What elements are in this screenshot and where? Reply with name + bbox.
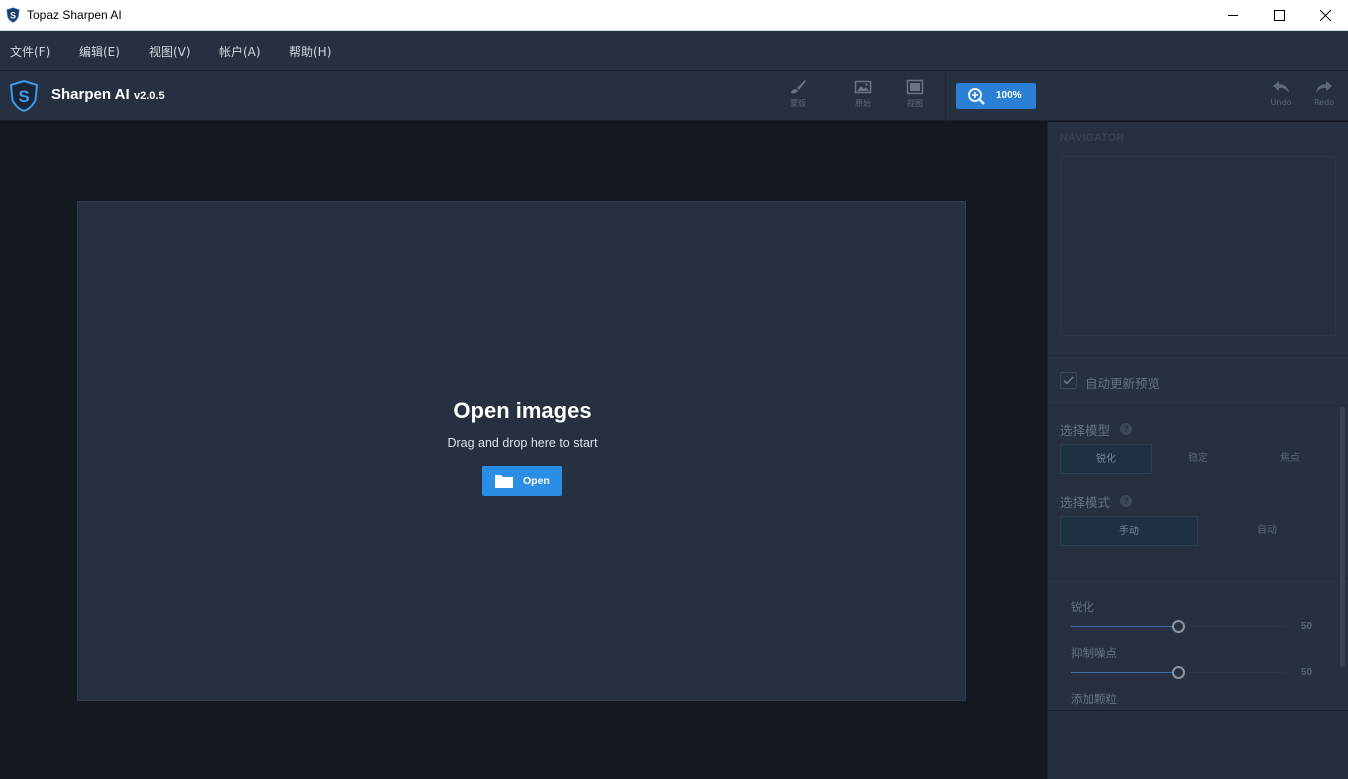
menu-view[interactable]: 视图(V) [149, 43, 191, 60]
view-tool-button[interactable]: 视图 [895, 79, 935, 117]
model-selector: 锐化 稳定 焦点 [1060, 444, 1336, 474]
mode-option-manual[interactable]: 手动 [1060, 516, 1198, 546]
navigator-preview[interactable] [1060, 156, 1336, 336]
menu-account[interactable]: 帐户(A) [219, 43, 261, 60]
svg-text:S: S [18, 87, 29, 106]
app-name: Sharpen AI [51, 86, 130, 103]
original-tool-button[interactable]: 原始 [843, 79, 883, 117]
noise-slider-fill [1071, 672, 1178, 673]
drop-zone-title: Open images [453, 398, 592, 423]
redo-button[interactable]: Redo [1304, 79, 1344, 117]
sharpen-slider-value: 50 [1301, 621, 1313, 632]
panel-scrollbar[interactable] [1340, 407, 1345, 667]
drop-zone-subtitle: Drag and drop here to start [447, 436, 598, 450]
maximize-button[interactable] [1256, 0, 1302, 31]
menu-help[interactable]: 帮助(H) [289, 43, 331, 60]
settings-panel: NAVIGATOR 自动更新预览 选择模型 ? 锐化 稳定 焦点 选择模式 ? … [1047, 122, 1348, 779]
mode-section-label: 选择模式 [1060, 495, 1111, 510]
auto-update-checkbox[interactable] [1060, 372, 1077, 389]
redo-icon [1316, 81, 1332, 93]
menu-bar: 文件(F) 编辑(E) 视图(V) 帐户(A) 帮助(H) [0, 31, 1348, 71]
model-option-sharpen[interactable]: 锐化 [1060, 444, 1152, 474]
sharpen-slider-label: 锐化 [1071, 600, 1094, 614]
mode-selector: 手动 自动 [1060, 516, 1336, 546]
app-version: v2.0.5 [134, 90, 165, 102]
svg-text:S: S [10, 11, 16, 21]
open-button-label: Open [523, 475, 550, 487]
model-section-label: 选择模型 [1060, 423, 1111, 438]
panel-divider [1048, 578, 1348, 579]
image-icon [854, 80, 872, 94]
zoom-in-icon [968, 88, 985, 105]
zoom-button[interactable]: 100% [956, 83, 1036, 109]
mode-option-auto[interactable]: 自动 [1198, 516, 1336, 546]
panel-divider [1048, 405, 1348, 406]
canvas-area: Open images Drag and drop here to start … [0, 122, 1047, 779]
panel-footer [1048, 710, 1348, 779]
sharpen-slider-knob[interactable] [1172, 620, 1185, 633]
view-icon [906, 79, 924, 95]
undo-icon [1273, 81, 1289, 93]
checkmark-icon [1063, 376, 1074, 385]
model-help-icon[interactable]: ? [1120, 423, 1132, 435]
zoom-level: 100% [996, 90, 1022, 101]
app-toolbar: S Sharpen AI v2.0.5 蒙版 原始 视图 100% Undo R… [0, 71, 1348, 121]
noise-slider-track[interactable] [1071, 666, 1286, 679]
original-tool-label: 原始 [855, 99, 871, 108]
model-option-stabilize[interactable]: 稳定 [1152, 444, 1244, 474]
model-option-focus[interactable]: 焦点 [1244, 444, 1336, 474]
undo-button[interactable]: Undo [1261, 79, 1301, 117]
sharpen-slider-fill [1071, 626, 1178, 627]
minimize-icon [1227, 15, 1238, 16]
menu-file[interactable]: 文件(F) [10, 43, 50, 60]
window-titlebar: S Topaz Sharpen AI [0, 0, 1348, 31]
redo-label: Redo [1313, 98, 1335, 107]
brush-icon [791, 80, 806, 94]
toolbar-divider [945, 71, 946, 121]
mode-help-icon[interactable]: ? [1120, 495, 1132, 507]
app-shield-icon: S [6, 7, 20, 23]
sharpen-slider-track[interactable] [1071, 620, 1286, 633]
open-button[interactable]: Open [482, 466, 562, 496]
grain-slider-label: 添加颗粒 [1071, 692, 1117, 706]
close-icon [1319, 10, 1331, 21]
minimize-button[interactable] [1210, 0, 1256, 31]
undo-label: Undo [1270, 98, 1292, 107]
navigator-title: NAVIGATOR [1060, 132, 1125, 144]
noise-slider-label: 抑制噪点 [1071, 646, 1117, 660]
menu-edit[interactable]: 编辑(E) [79, 43, 120, 60]
image-drop-zone[interactable]: Open images Drag and drop here to start … [77, 201, 966, 701]
window-title: Topaz Sharpen AI [27, 8, 122, 22]
mask-tool-label: 蒙版 [790, 99, 806, 108]
panel-divider [1048, 355, 1348, 356]
noise-slider-knob[interactable] [1172, 666, 1185, 679]
maximize-icon [1273, 10, 1285, 21]
close-button[interactable] [1302, 0, 1348, 31]
folder-icon [495, 475, 513, 488]
auto-update-label: 自动更新预览 [1085, 376, 1161, 391]
mask-tool-button[interactable]: 蒙版 [778, 79, 818, 117]
noise-slider-value: 50 [1301, 667, 1313, 678]
topaz-logo-icon: S [9, 79, 39, 113]
view-tool-label: 视图 [907, 99, 923, 108]
